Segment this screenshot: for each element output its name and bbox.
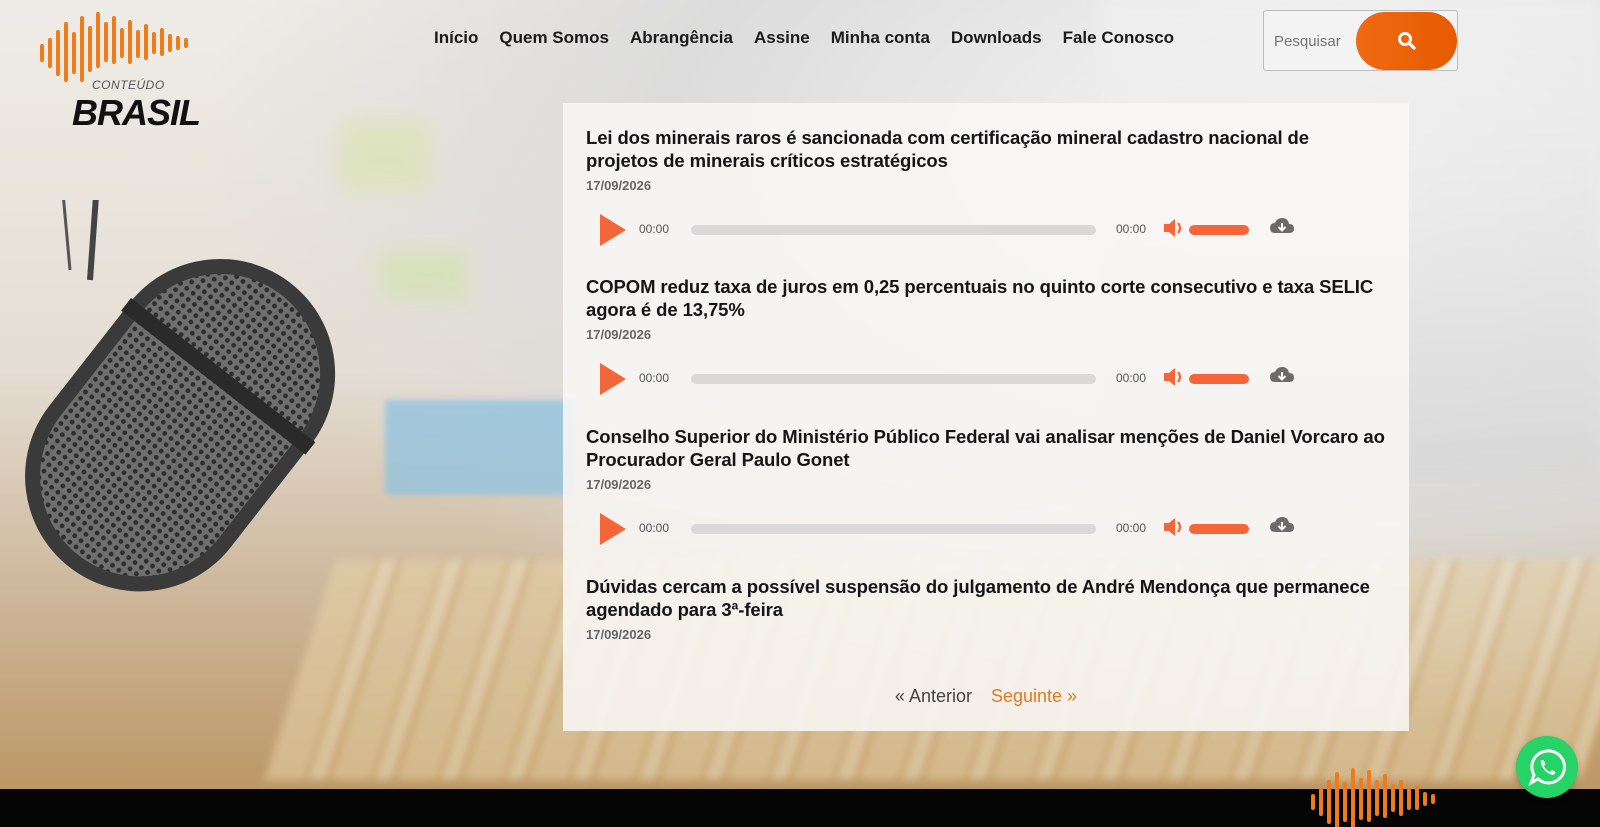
play-icon[interactable] [600,513,626,545]
download-icon[interactable] [1269,365,1295,387]
play-icon[interactable] [600,214,626,246]
posts-panel: Lei dos minerais raros é sancionada com … [563,103,1409,731]
post-date: 17/09/2026 [586,627,652,642]
previous-page-link[interactable]: « Anterior [895,686,972,706]
audio-player: 00:00 00:00 [586,211,1306,247]
nav-item-minha-conta[interactable]: Minha conta [831,28,930,48]
search-box [1263,10,1458,71]
volume-icon[interactable] [1162,366,1186,388]
main-navigation: Início Quem Somos Abrangência Assine Min… [434,28,1195,48]
logo-title: BRASIL [72,92,201,133]
post-title[interactable]: Dúvidas cercam a possível suspensão do j… [586,575,1386,621]
duration-time: 00:00 [1116,521,1147,535]
duration-time: 00:00 [1116,222,1147,236]
progress-slider[interactable] [691,374,1096,384]
search-button[interactable] [1356,12,1457,70]
nav-item-downloads[interactable]: Downloads [951,28,1042,48]
progress-slider[interactable] [691,225,1096,235]
post-title[interactable]: Lei dos minerais raros é sancionada com … [586,126,1386,172]
download-icon[interactable] [1269,515,1295,537]
site-logo[interactable]: CONTEÚDO BRASIL [36,10,201,133]
post-item: COPOM reduz taxa de juros em 0,25 percen… [586,275,1386,395]
progress-slider[interactable] [691,524,1096,534]
search-icon [1397,32,1416,50]
nav-item-inicio[interactable]: Início [434,28,478,48]
post-date: 17/09/2026 [586,327,652,342]
volume-icon[interactable] [1162,217,1186,239]
post-item: Conselho Superior do Ministério Público … [586,425,1386,545]
whatsapp-icon [1528,749,1566,786]
nav-item-abrangencia[interactable]: Abrangência [630,28,733,48]
nav-item-assine[interactable]: Assine [754,28,810,48]
current-time: 00:00 [639,521,670,535]
post-item: Lei dos minerais raros é sancionada com … [586,126,1386,246]
post-date: 17/09/2026 [586,477,652,492]
logo-subtitle: CONTEÚDO [92,78,165,92]
audio-player: 00:00 00:00 [586,510,1306,546]
download-icon[interactable] [1269,216,1295,238]
whatsapp-button[interactable] [1516,736,1578,798]
post-item: Dúvidas cercam a possível suspensão do j… [586,575,1386,642]
nav-item-quem-somos[interactable]: Quem Somos [499,28,609,48]
footer-sound-wave-icon [1311,768,1435,827]
post-title[interactable]: COPOM reduz taxa de juros em 0,25 percen… [586,275,1386,321]
volume-slider[interactable] [1189,225,1249,235]
search-input[interactable] [1274,29,1344,53]
volume-slider[interactable] [1189,524,1249,534]
audio-player: 00:00 00:00 [586,360,1306,396]
current-time: 00:00 [639,222,670,236]
duration-time: 00:00 [1116,371,1147,385]
post-date: 17/09/2026 [586,178,652,193]
play-icon[interactable] [600,363,626,395]
nav-item-fale-conosco[interactable]: Fale Conosco [1063,28,1174,48]
current-time: 00:00 [639,371,670,385]
volume-slider[interactable] [1189,374,1249,384]
next-page-link[interactable]: Seguinte » [991,686,1077,706]
volume-icon[interactable] [1162,516,1186,538]
post-title[interactable]: Conselho Superior do Ministério Público … [586,425,1386,471]
pagination: « Anterior Seguinte » [563,686,1409,707]
